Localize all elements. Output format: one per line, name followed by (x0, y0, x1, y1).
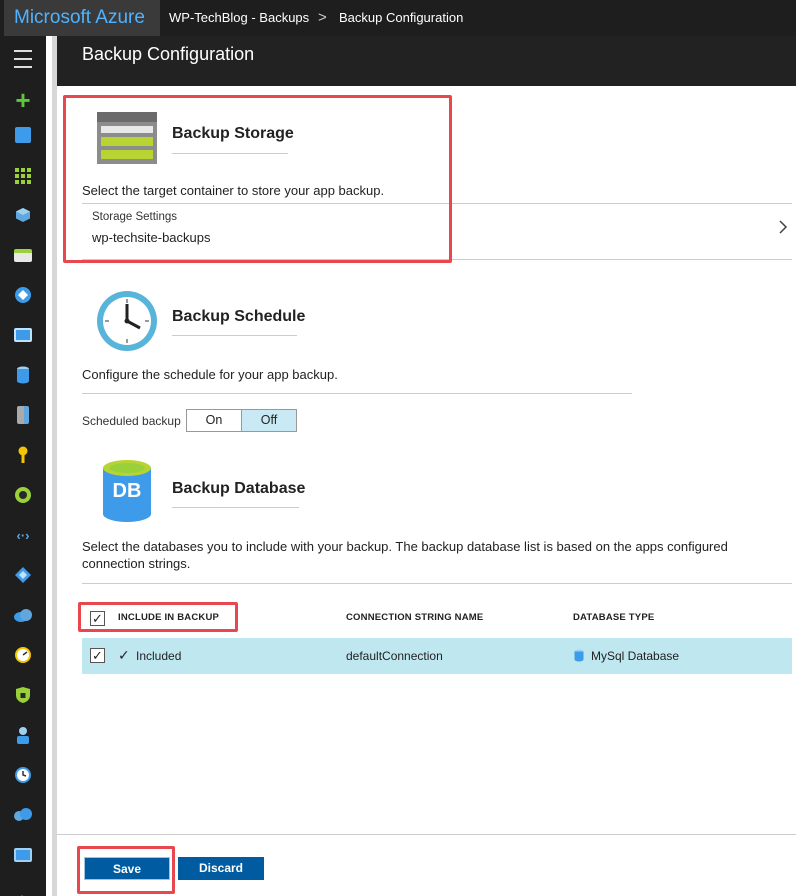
row-include-checkbox[interactable]: ✓ (90, 648, 105, 663)
expand-chevron-icon[interactable]: › (0, 878, 46, 896)
all-resources-grid-icon[interactable] (0, 157, 46, 195)
key-vault-key-icon[interactable] (0, 436, 46, 474)
database-divider (82, 583, 792, 584)
backup-database-title: Backup Database (172, 480, 306, 497)
included-check-icon: ✓ (118, 647, 130, 663)
footer-divider (57, 834, 796, 835)
clock-icon (97, 291, 157, 351)
virtual-machines-globe-icon[interactable] (0, 276, 46, 314)
top-bar: Microsoft Azure WP-TechBlog - Backups > … (0, 0, 796, 36)
table-row[interactable]: ✓ ✓ Included defaultConnection MySql Dat… (82, 638, 792, 674)
schedule-description: Configure the schedule for your app back… (82, 367, 338, 382)
breadcrumb-backup-configuration[interactable]: Backup Configuration (339, 0, 463, 36)
database-description-line1: Select the databases you to include with… (82, 539, 728, 554)
blade-header: Backup Configuration (57, 36, 796, 86)
save-highlight-box (77, 846, 175, 894)
row-included-status: Included (136, 649, 182, 663)
network-connections-icon[interactable]: ‹·› (0, 516, 46, 554)
breadcrumb-separator: > (318, 9, 327, 26)
column-header-connection-string: CONNECTION STRING NAME (346, 612, 484, 623)
scheduled-backup-label: Scheduled backup (82, 414, 181, 428)
left-nav-rail: + ‹·› › (0, 36, 46, 896)
new-plus-icon[interactable]: + (0, 81, 46, 119)
blade-title: Backup Configuration (82, 44, 255, 64)
blade-divider (52, 36, 57, 896)
dashboard-icon[interactable] (0, 116, 46, 154)
brand-logo[interactable]: Microsoft Azure (4, 0, 160, 36)
database-icon-label: DB (112, 480, 142, 502)
database-description-line2: connection strings. (82, 556, 191, 571)
storage-highlight-box (63, 95, 452, 263)
chevron-right-icon[interactable] (776, 217, 790, 237)
cost-billing-icon[interactable] (0, 476, 46, 514)
toggle-on-option[interactable]: On (187, 410, 241, 431)
mysql-database-icon[interactable] (0, 356, 46, 394)
security-shield-icon[interactable] (0, 676, 46, 714)
devops-diamond-icon[interactable] (0, 556, 46, 594)
scheduled-backup-toggle[interactable]: On Off (186, 409, 297, 432)
app-services-icon[interactable] (0, 236, 46, 274)
row-database-type: MySql Database (591, 649, 680, 663)
mysql-database-icon (574, 649, 584, 662)
row-connection-string: defaultConnection (346, 649, 443, 663)
include-header-highlight-box (78, 602, 238, 632)
schedule-title-underline (172, 335, 297, 336)
schedule-divider (82, 393, 632, 394)
cloud-services-icon[interactable] (0, 596, 46, 634)
monitor-icon[interactable] (0, 316, 46, 354)
column-header-database-type: DATABASE TYPE (573, 612, 655, 623)
database-title-underline (172, 507, 299, 508)
toggle-off-option[interactable]: Off (241, 410, 296, 431)
backup-schedule-title: Backup Schedule (172, 308, 306, 325)
speedometer-icon[interactable] (0, 636, 46, 674)
discard-button[interactable]: Discard (178, 857, 264, 880)
remote-desktop-icon[interactable] (0, 836, 46, 874)
hamburger-menu-icon[interactable] (0, 40, 46, 78)
scheduler-clock-icon[interactable] (0, 756, 46, 794)
resource-groups-cube-icon[interactable] (0, 196, 46, 234)
breadcrumb-backups[interactable]: WP-TechBlog - Backups (169, 0, 309, 36)
users-lock-icon[interactable] (0, 716, 46, 754)
service-fabric-icon[interactable] (0, 796, 46, 834)
storage-server-icon[interactable] (0, 396, 46, 434)
